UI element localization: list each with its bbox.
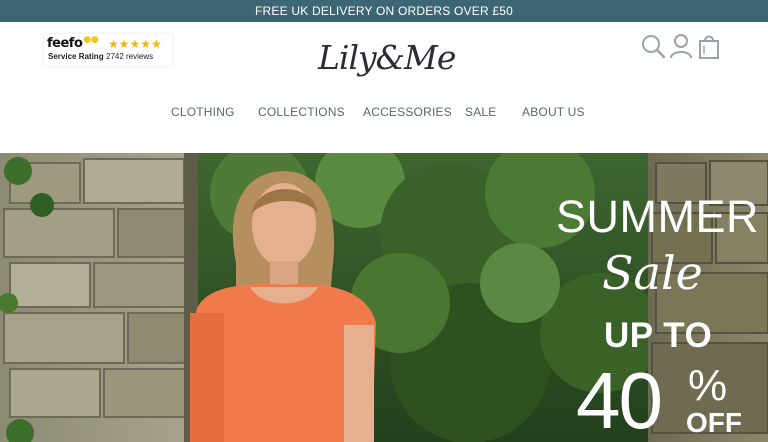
nav-item-clothing[interactable]: CLOTHING <box>171 102 235 122</box>
nav-item-about-us[interactable]: ABOUT US <box>522 102 585 122</box>
nav-item-accessories[interactable]: ACCESSORIES <box>363 102 452 122</box>
feefo-review-count: 2742 reviews <box>106 52 154 61</box>
announcement-text: FREE UK DELIVERY ON ORDERS OVER £50 <box>255 4 513 18</box>
promo-percent-value: 40 <box>576 356 663 442</box>
nav-item-sale[interactable]: SALE <box>465 102 497 122</box>
promo-off: OFF <box>686 407 742 438</box>
announcement-bar: FREE UK DELIVERY ON ORDERS OVER £50 <box>0 0 768 22</box>
brand-logo[interactable]: Lily&Me <box>318 28 456 88</box>
hero-banner[interactable]: SUMMER Sale UP TO 40 % OFF <box>0 153 768 442</box>
promo-script-sale: Sale <box>602 246 703 300</box>
feefo-rating-badge[interactable]: feefo●● Service Rating ★★★★★ 2742 review… <box>44 34 172 66</box>
account-icon[interactable] <box>668 32 694 60</box>
shopping-bag-icon[interactable] <box>696 32 722 60</box>
sale-promo: SUMMER Sale UP TO 40 % OFF <box>540 153 768 442</box>
feefo-logo: feefo●● <box>47 35 99 51</box>
header-icons <box>640 32 722 60</box>
star-rating-icon: ★★★★★ <box>108 37 162 51</box>
feefo-service-rating-label: Service Rating <box>48 52 104 61</box>
promo-up-to: UP TO <box>604 316 713 355</box>
site-header: feefo●● Service Rating ★★★★★ 2742 review… <box>0 22 768 153</box>
promo-percent-sign: % <box>688 361 728 410</box>
nav-item-collections[interactable]: COLLECTIONS <box>258 102 345 122</box>
search-icon[interactable] <box>640 32 666 60</box>
promo-headline: SUMMER <box>556 191 759 242</box>
main-nav: CLOTHING COLLECTIONS ACCESSORIES SALE AB… <box>0 102 768 122</box>
